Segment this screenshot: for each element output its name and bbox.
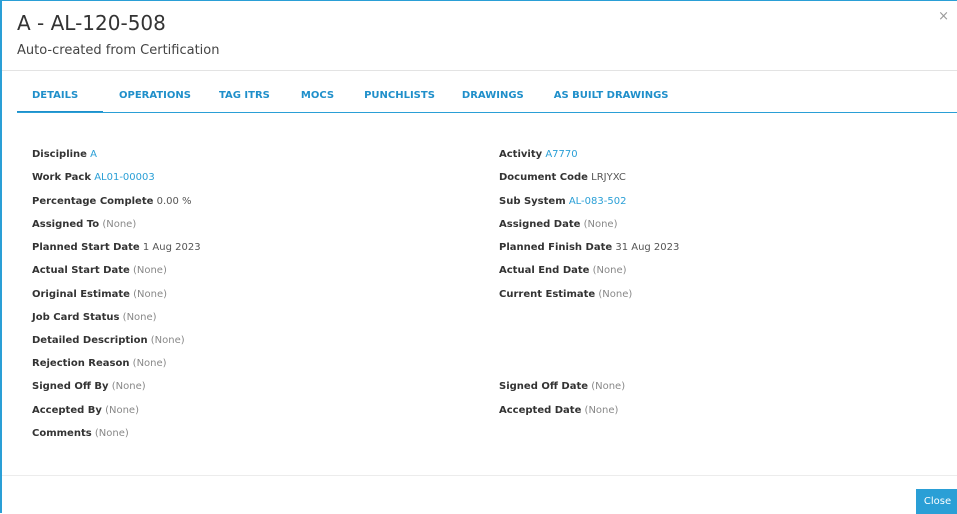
field-value: (None) bbox=[583, 219, 618, 230]
field-value-link[interactable]: A bbox=[90, 149, 97, 160]
field-value: (None) bbox=[584, 405, 619, 416]
field-accepted-date: Accepted Date (None) bbox=[499, 405, 618, 416]
field-label: Signed Off Date bbox=[499, 381, 589, 392]
field-actual-start-date: Actual Start Date (None) bbox=[32, 265, 167, 276]
field-value: 1 Aug 2023 bbox=[142, 242, 201, 253]
field-label: Document Code bbox=[499, 172, 588, 183]
field-label: Detailed Description bbox=[32, 335, 148, 346]
tab-as-built-drawings[interactable]: AS BUILT DRAWINGS bbox=[554, 85, 669, 113]
field-value: (None) bbox=[94, 428, 129, 439]
field-actual-end-date: Actual End Date (None) bbox=[499, 265, 627, 276]
field-value: 0.00 % bbox=[156, 196, 192, 207]
close-icon[interactable]: × bbox=[938, 10, 949, 23]
field-label: Planned Start Date bbox=[32, 242, 140, 253]
field-rejection-reason: Rejection Reason (None) bbox=[32, 358, 167, 369]
field-value: LRJYXC bbox=[591, 172, 626, 183]
tab-details[interactable]: DETAILS bbox=[17, 85, 103, 113]
field-document-code: Document Code LRJYXC bbox=[499, 172, 626, 183]
field-activity: Activity A7770 bbox=[499, 149, 578, 160]
field-job-card-status: Job Card Status (None) bbox=[32, 312, 157, 323]
field-label: Comments bbox=[32, 428, 92, 439]
field-sub-system: Sub System AL-083-502 bbox=[499, 196, 626, 207]
field-value: (None) bbox=[122, 312, 157, 323]
field-signed-off-date: Signed Off Date (None) bbox=[499, 381, 625, 392]
field-value: (None) bbox=[592, 265, 627, 276]
field-comments: Comments (None) bbox=[32, 428, 129, 439]
field-value: (None) bbox=[598, 289, 633, 300]
field-value: 31 Aug 2023 bbox=[615, 242, 680, 253]
field-label: Original Estimate bbox=[32, 289, 130, 300]
field-value: (None) bbox=[591, 381, 626, 392]
field-label: Current Estimate bbox=[499, 289, 596, 300]
field-value: (None) bbox=[132, 358, 167, 369]
tab-drawings[interactable]: DRAWINGS bbox=[462, 85, 524, 113]
tab-operations[interactable]: OPERATIONS bbox=[119, 85, 191, 113]
footer-divider bbox=[2, 475, 957, 476]
field-value: (None) bbox=[133, 289, 168, 300]
field-value-link[interactable]: A7770 bbox=[545, 149, 577, 160]
tab-bar: DETAILS OPERATIONS TAG ITRS MOCS PUNCHLI… bbox=[17, 85, 668, 113]
tab-tag-itrs[interactable]: TAG ITRS bbox=[219, 85, 270, 113]
field-label: Actual Start Date bbox=[32, 265, 130, 276]
field-label: Signed Off By bbox=[32, 381, 109, 392]
field-label: Rejection Reason bbox=[32, 358, 130, 369]
field-value-link[interactable]: AL01-00003 bbox=[94, 172, 155, 183]
field-work-pack: Work Pack AL01-00003 bbox=[32, 172, 155, 183]
field-assigned-date: Assigned Date (None) bbox=[499, 219, 617, 230]
field-label: Sub System bbox=[499, 196, 566, 207]
field-label: Job Card Status bbox=[32, 312, 120, 323]
field-signed-off-by: Signed Off By (None) bbox=[32, 381, 146, 392]
field-detailed-description: Detailed Description (None) bbox=[32, 335, 185, 346]
field-label: Actual End Date bbox=[499, 265, 590, 276]
tab-mocs[interactable]: MOCS bbox=[301, 85, 334, 113]
tabs-underline bbox=[17, 112, 957, 113]
field-assigned-to: Assigned To (None) bbox=[32, 219, 136, 230]
header-divider bbox=[2, 70, 957, 71]
modal-title: A - AL-120-508 bbox=[17, 11, 166, 35]
field-value-link[interactable]: AL-083-502 bbox=[569, 196, 627, 207]
field-value: (None) bbox=[132, 265, 167, 276]
field-value: (None) bbox=[105, 405, 139, 416]
field-value: (None) bbox=[150, 335, 185, 346]
field-value: (None) bbox=[111, 381, 146, 392]
field-current-estimate: Current Estimate (None) bbox=[499, 289, 632, 300]
field-label: Planned Finish Date bbox=[499, 242, 613, 253]
field-value: (None) bbox=[102, 219, 137, 230]
tab-punchlists[interactable]: PUNCHLISTS bbox=[364, 85, 435, 113]
field-planned-finish-date: Planned Finish Date 31 Aug 2023 bbox=[499, 242, 679, 253]
field-label: Discipline bbox=[32, 149, 87, 160]
field-label: Accepted By bbox=[32, 405, 102, 416]
field-accepted-by: Accepted By (None) bbox=[32, 405, 139, 416]
field-discipline: Discipline A bbox=[32, 149, 97, 160]
close-button[interactable]: Close bbox=[916, 489, 957, 514]
field-label: Activity bbox=[499, 149, 543, 160]
modal-subtitle: Auto-created from Certification bbox=[17, 43, 220, 58]
field-label: Assigned Date bbox=[499, 219, 581, 230]
field-percentage-complete: Percentage Complete 0.00 % bbox=[32, 196, 192, 207]
field-label: Percentage Complete bbox=[32, 196, 154, 207]
job-card-modal: × A - AL-120-508 Auto-created from Certi… bbox=[0, 0, 957, 514]
field-label: Work Pack bbox=[32, 172, 91, 183]
field-label: Assigned To bbox=[32, 219, 100, 230]
field-original-estimate: Original Estimate (None) bbox=[32, 289, 167, 300]
field-planned-start-date: Planned Start Date 1 Aug 2023 bbox=[32, 242, 201, 253]
field-label: Accepted Date bbox=[499, 405, 582, 416]
